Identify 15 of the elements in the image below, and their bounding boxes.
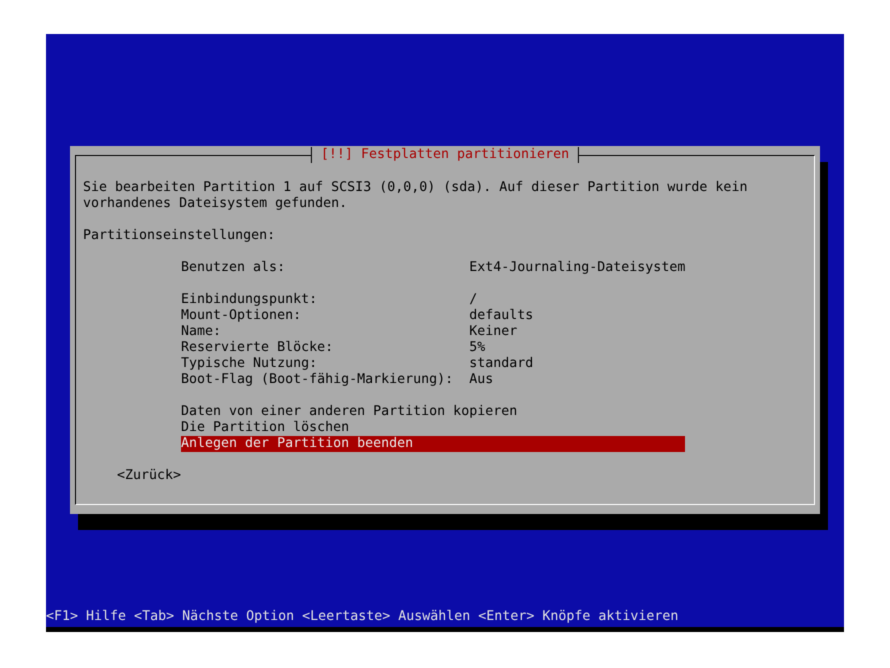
menu-item[interactable]: Einbindungspunkt: / (181, 292, 686, 308)
menu-item[interactable]: Name: Keiner (181, 324, 686, 340)
menu-item[interactable]: Mount-Optionen: defaults (181, 308, 686, 324)
menu-item[interactable]: Reservierte Blöcke: 5% (181, 340, 686, 356)
menu-item[interactable]: Die Partition löschen (181, 420, 686, 436)
menu-item[interactable]: Benutzen als: Ext4-Journaling-Dateisystem (181, 260, 686, 276)
menu-item[interactable]: Boot-Flag (Boot-fähig-Markierung): Aus (181, 372, 686, 388)
key-help-text: <F1> Hilfe <Tab> Nächste Option <Leertaste> Auswählen <Enter> Knöpfe aktivieren (46, 609, 680, 625)
description-text: Sie bearbeiten Partition 1 auf SCSI3 (0,0,0) (sda). Auf dieser Partition wurde kein vorhandenes Dateisystem gefunden. (83, 180, 748, 212)
section-label: Partitionseinstellungen: (83, 228, 276, 244)
back-button[interactable]: <Zurück> (117, 468, 182, 484)
menu-item[interactable]: Typische Nutzung: standard (181, 356, 686, 372)
menu-item[interactable]: Daten von einer anderen Partition kopieren (181, 404, 686, 420)
dialog-title: [!!] Festplatten partitionieren (310, 147, 580, 163)
menu-item[interactable]: Anlegen der Partition beenden (181, 436, 686, 452)
